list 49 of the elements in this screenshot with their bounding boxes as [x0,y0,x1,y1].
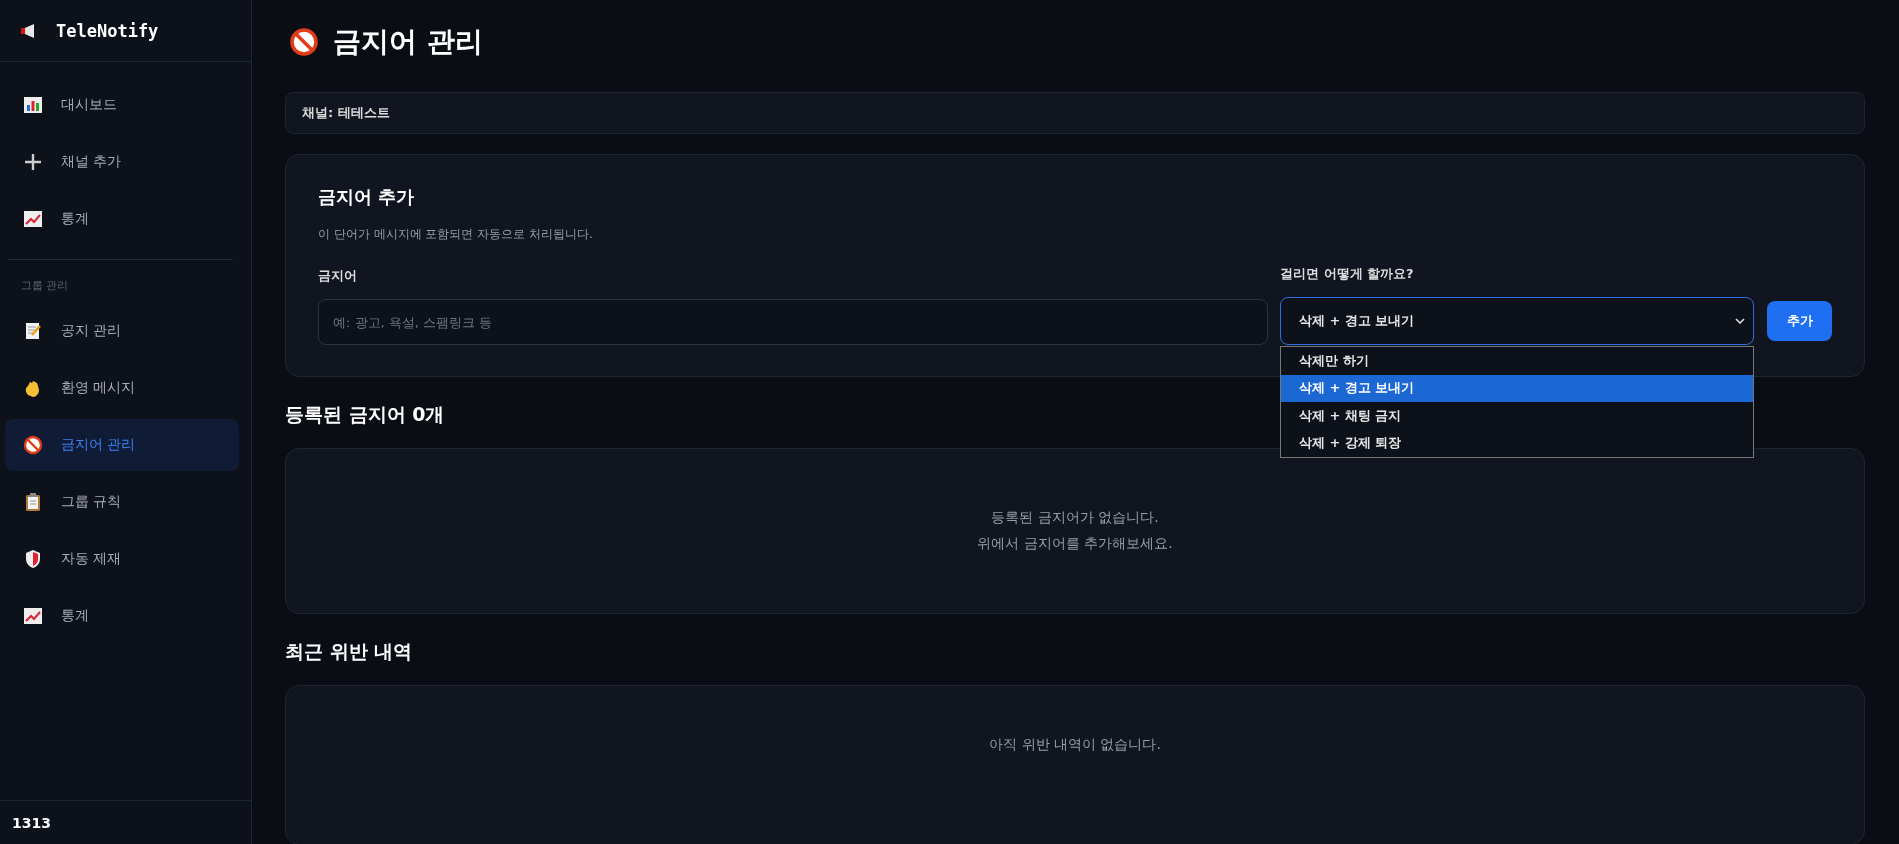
nav-item[interactable]: 금지어 관리 [5,419,239,471]
prohibited-icon [289,27,319,57]
nav-label: 대시보드 [61,96,117,114]
nav-item[interactable]: 환영 메시지 [5,362,239,414]
clipboard-icon [23,492,43,512]
empty-message: 등록된 금지어가 없습니다. [991,509,1159,527]
page-title: 금지어 관리 [333,24,483,60]
card-title: 금지어 추가 [318,185,416,209]
nav-item[interactable]: 공지 관리 [5,305,239,357]
section-title: 등록된 금지어 0개 [285,402,445,427]
dropdown-option[interactable]: 삭제 + 경고 보내기 [1281,374,1753,402]
shield-icon [23,549,43,569]
dropdown-option[interactable]: 삭제만 하기 [1281,347,1753,375]
nav-label: 금지어 관리 [61,436,136,454]
field-label: 금지어 [318,267,358,285]
nav-item[interactable]: 통계 [5,590,239,642]
field-label: 걸리면 어떻게 할까요? [1280,265,1415,283]
nav-label: 통계 [61,210,89,228]
add-button[interactable]: 추가 [1767,301,1832,341]
dropdown-option[interactable]: 삭제 + 채팅 금지 [1281,402,1753,430]
memo-icon [23,321,43,341]
action-select[interactable]: 삭제 + 경고 보내기 [1280,297,1754,345]
dropdown-option[interactable]: 삭제 + 강제 퇴장 [1281,429,1753,457]
nav-item[interactable]: 채널 추가 [5,136,239,188]
nav-item[interactable]: 통계 [5,193,239,245]
nav-label: 환영 메시지 [61,379,136,397]
section-label: 그룹 관리 [20,278,70,293]
nav-item[interactable]: 그룹 규칙 [5,476,239,528]
footer-text: 1313 [12,814,51,831]
channel-bar: 채널: 테테스트 [285,92,1865,134]
card-description: 이 단어가 메시지에 포함되면 자동으로 처리됩니다. [318,226,594,243]
brand-name: TeleNotify [56,20,159,41]
empty-message: 아직 위반 내역이 없습니다. [989,736,1161,754]
nav-label: 자동 제재 [61,550,122,568]
nav-label: 통계 [61,607,89,625]
nav-item[interactable]: 자동 제재 [5,533,239,585]
word-input-field[interactable]: 예: 광고, 욕설, 스팸링크 등 [318,299,1268,345]
bar-chart-icon [23,95,43,115]
nav-label: 공지 관리 [61,322,122,340]
prohibited-icon [23,435,43,455]
nav-label: 채널 추가 [61,153,122,171]
line-chart-icon [23,606,43,626]
plus-icon [23,152,43,172]
nav-label: 그룹 규칙 [61,493,122,511]
section-title: 최근 위반 내역 [285,639,413,664]
nav-item[interactable]: 대시보드 [5,79,239,131]
empty-message: 위에서 금지어를 추가해보세요. [977,535,1173,553]
chevron-down-icon [1735,318,1745,324]
line-chart-icon [23,209,43,229]
